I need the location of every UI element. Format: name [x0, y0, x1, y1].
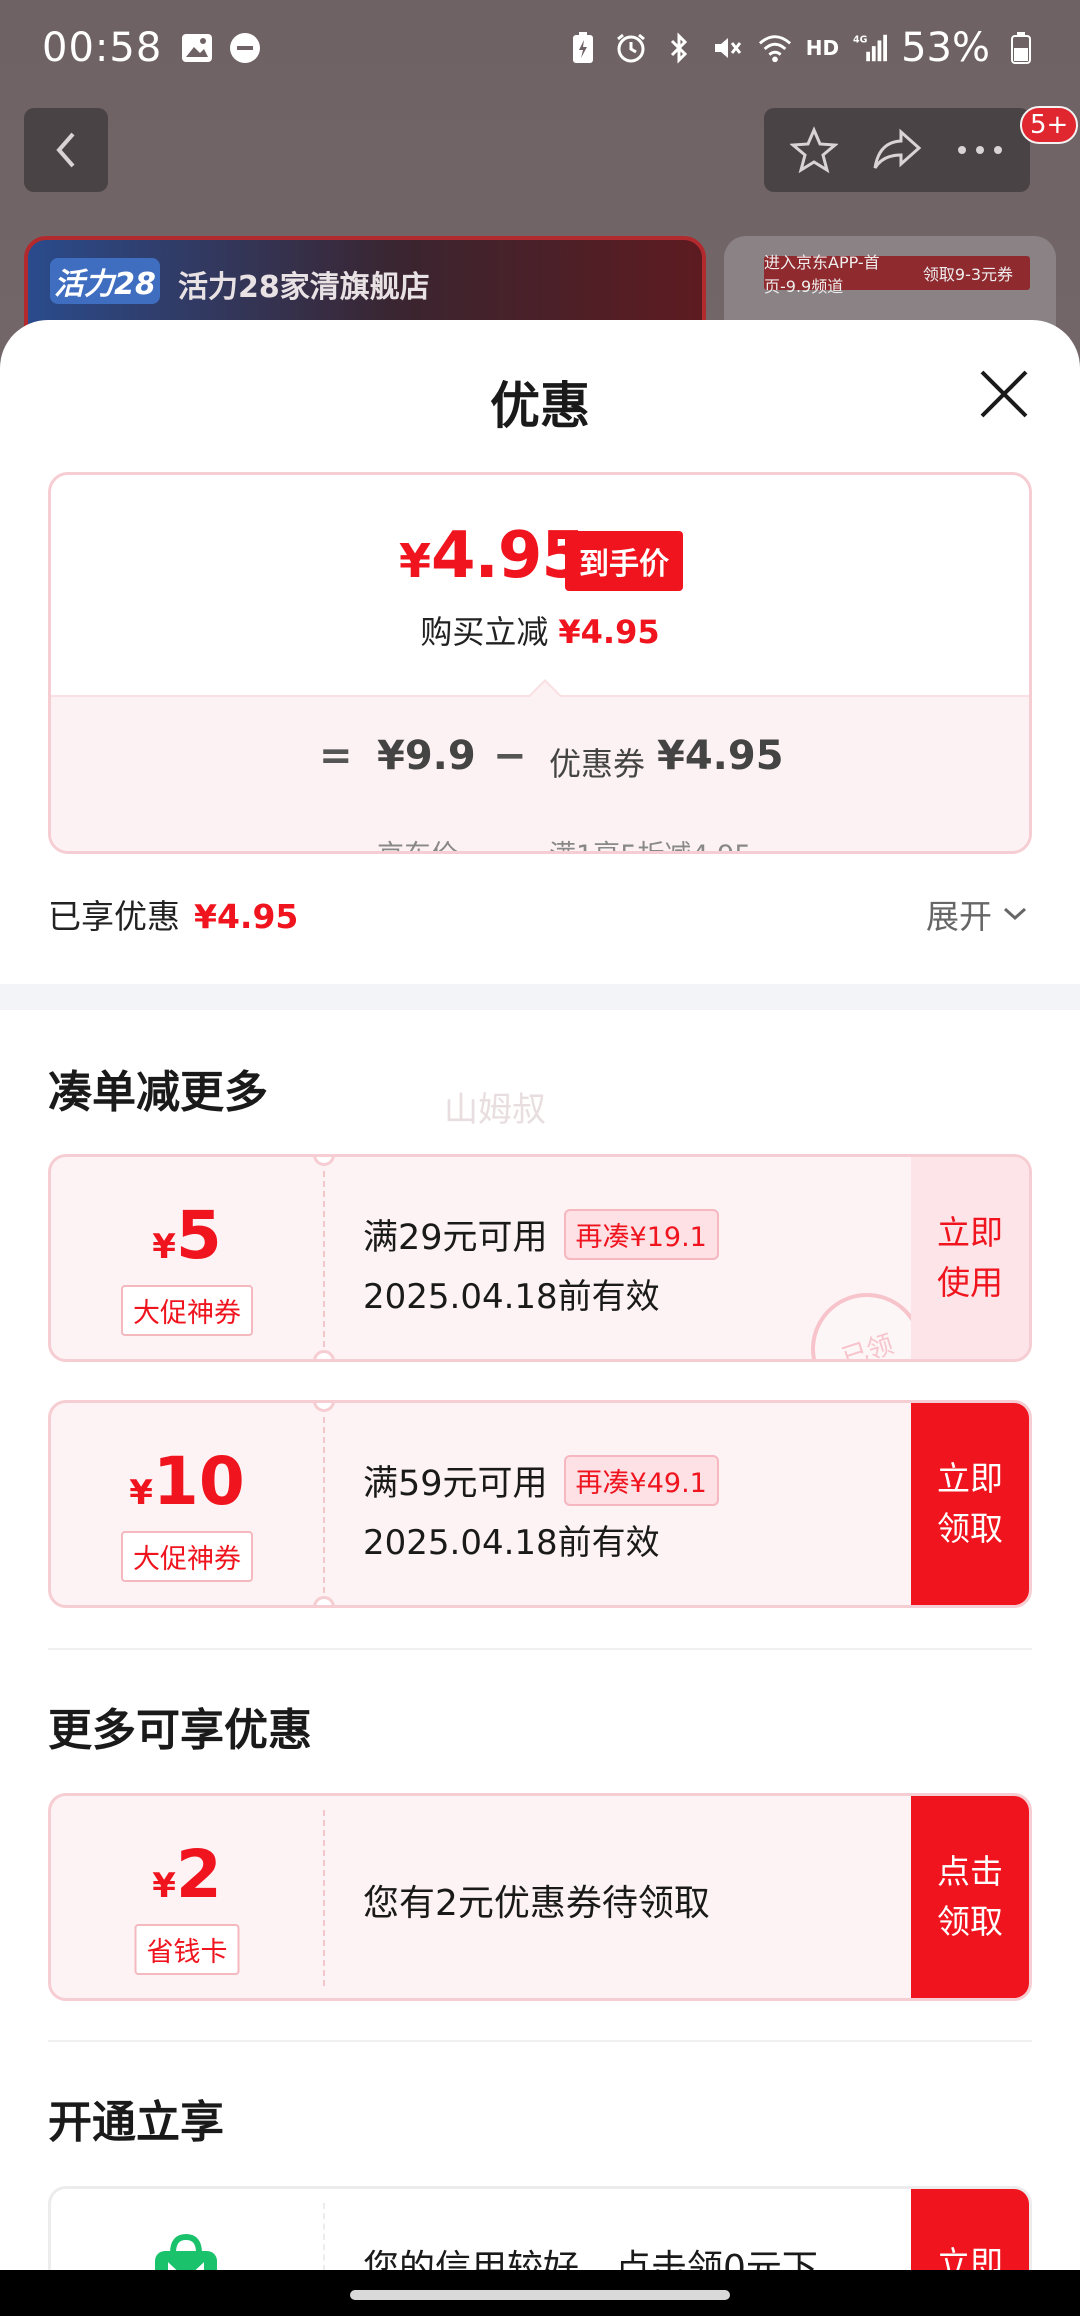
coupon-condition: 满29元可用: [363, 1218, 548, 1258]
battery-percent: 53%: [901, 25, 990, 71]
price-breakdown-card: ¥ 4.95 到手价 购买立减 ¥4.95 = ¥9.9 − 优惠券 ¥4.95 …: [48, 472, 1032, 854]
section-title-more-offers: 更多可享优惠: [48, 1705, 312, 1756]
discount-sheet: 优惠 ¥ 4.95 到手价 购买立减 ¥4.95 = ¥9.9 − 优惠券 ¥4.…: [0, 320, 1080, 2270]
battery-icon: [1004, 31, 1038, 65]
section-title-activate: 开通立享: [48, 2097, 224, 2148]
coupon-amount: 2: [175, 1836, 222, 1913]
message-count-badge: 5+: [1020, 106, 1079, 144]
back-button[interactable]: [24, 108, 108, 192]
close-icon: [980, 370, 1028, 418]
sheet-title: 优惠: [490, 377, 590, 435]
click-claim-button[interactable]: 点击 领取: [911, 1796, 1029, 1998]
store-logo: 活力28: [50, 258, 160, 304]
top-actions-bar: [764, 108, 1030, 192]
bluetooth-icon: [662, 31, 696, 65]
enjoyed-discount: 已享优惠 ¥4.95: [48, 897, 299, 936]
watermark: 山姆叔: [444, 1090, 546, 1130]
gallery-icon: [180, 31, 214, 65]
mute-icon: [710, 31, 744, 65]
use-now-button[interactable]: 立即 使用: [911, 1157, 1029, 1359]
do-not-disturb-icon: [228, 31, 262, 65]
credit-offer-text: 您的信用较好，点击领0元下: [363, 2248, 818, 2270]
claim-now-button[interactable]: 立即 领取: [911, 1403, 1029, 1605]
coupon-amount: 10: [152, 1443, 245, 1520]
coupon-amount: 5: [175, 1197, 222, 1274]
more-icon[interactable]: [956, 144, 1004, 156]
promo-tag-1: 进入京东APP-首页-9.9频道: [764, 253, 914, 296]
final-price-tag: 到手价: [565, 531, 683, 591]
saver-card-coupon: ¥2 省钱卡 您有2元优惠券待领取 点击 领取: [48, 1793, 1032, 2001]
system-nav-bar: [0, 2270, 1080, 2316]
coupon-validity: 2025.04.18前有效: [363, 1277, 660, 1317]
chevron-left-icon: [56, 132, 75, 168]
svg-text:4G: 4G: [853, 34, 868, 45]
coupon-rule: 满1享5折减4.95: [549, 833, 751, 851]
coupon-value: ¥4.95: [657, 733, 784, 779]
coupon-card: ¥5 大促神券 满29元可用 再凑¥19.1 2025.04.18前有效 已领 …: [48, 1154, 1032, 1362]
star-icon[interactable]: [790, 126, 839, 174]
coupon-label: 优惠券: [549, 745, 646, 783]
reduction-line: 购买立减 ¥4.95: [420, 613, 660, 651]
chevron-down-icon: [1003, 907, 1027, 921]
jd-price-label: 京东价: [377, 833, 458, 851]
coupon-gap: 再凑¥19.1: [563, 1209, 719, 1260]
status-time: 00:58: [42, 25, 163, 71]
status-bar: 00:58 HD 4G 53%: [0, 0, 1080, 96]
coupon-card: ¥10 大促神券 满59元可用 再凑¥49.1 2025.04.18前有效 立即…: [48, 1400, 1032, 1608]
coupon-gap: 再凑¥49.1: [563, 1455, 719, 1506]
cell-signal-icon: 4G: [853, 31, 888, 65]
background-page: 00:58 HD 4G 53% 5+ 活力28 活力28家清旗舰店 进入京东AP…: [0, 0, 1080, 376]
coupon-validity: 2025.04.18前有效: [363, 1523, 660, 1563]
shopping-bag-icon: [155, 2233, 217, 2270]
network-hd-label: HD: [805, 36, 840, 60]
coupon-description: 您有2元优惠券待领取: [363, 1883, 710, 1924]
coupon-condition: 满59元可用: [363, 1464, 548, 1504]
wifi-icon: [758, 31, 792, 65]
jd-price: ¥9.9: [377, 733, 476, 779]
battery-saver-icon: [566, 31, 600, 65]
share-icon[interactable]: [871, 128, 923, 172]
close-button[interactable]: [976, 366, 1032, 422]
section-title-more-savings: 凑单减更多: [48, 1067, 268, 1118]
credit-offer-card: 您的信用较好，点击领0元下 立即: [48, 2186, 1032, 2270]
expand-button[interactable]: 展开: [926, 890, 1028, 938]
coupon-type: 大促神券: [121, 1285, 253, 1336]
coupon-type: 大促神券: [121, 1531, 253, 1582]
final-price: ¥ 4.95: [399, 519, 586, 593]
price-formula: = ¥9.9 − 优惠券 ¥4.95 京东价 满1享5折减4.95: [51, 695, 1029, 851]
home-gesture-handle[interactable]: [350, 2290, 730, 2300]
activate-now-button[interactable]: 立即: [911, 2189, 1029, 2270]
alarm-icon: [614, 31, 648, 65]
store-name: 活力28家清旗舰店: [178, 270, 430, 305]
promo-tag-2: 领取9-3元券: [906, 256, 1030, 290]
coupon-type: 省钱卡: [134, 1924, 240, 1975]
